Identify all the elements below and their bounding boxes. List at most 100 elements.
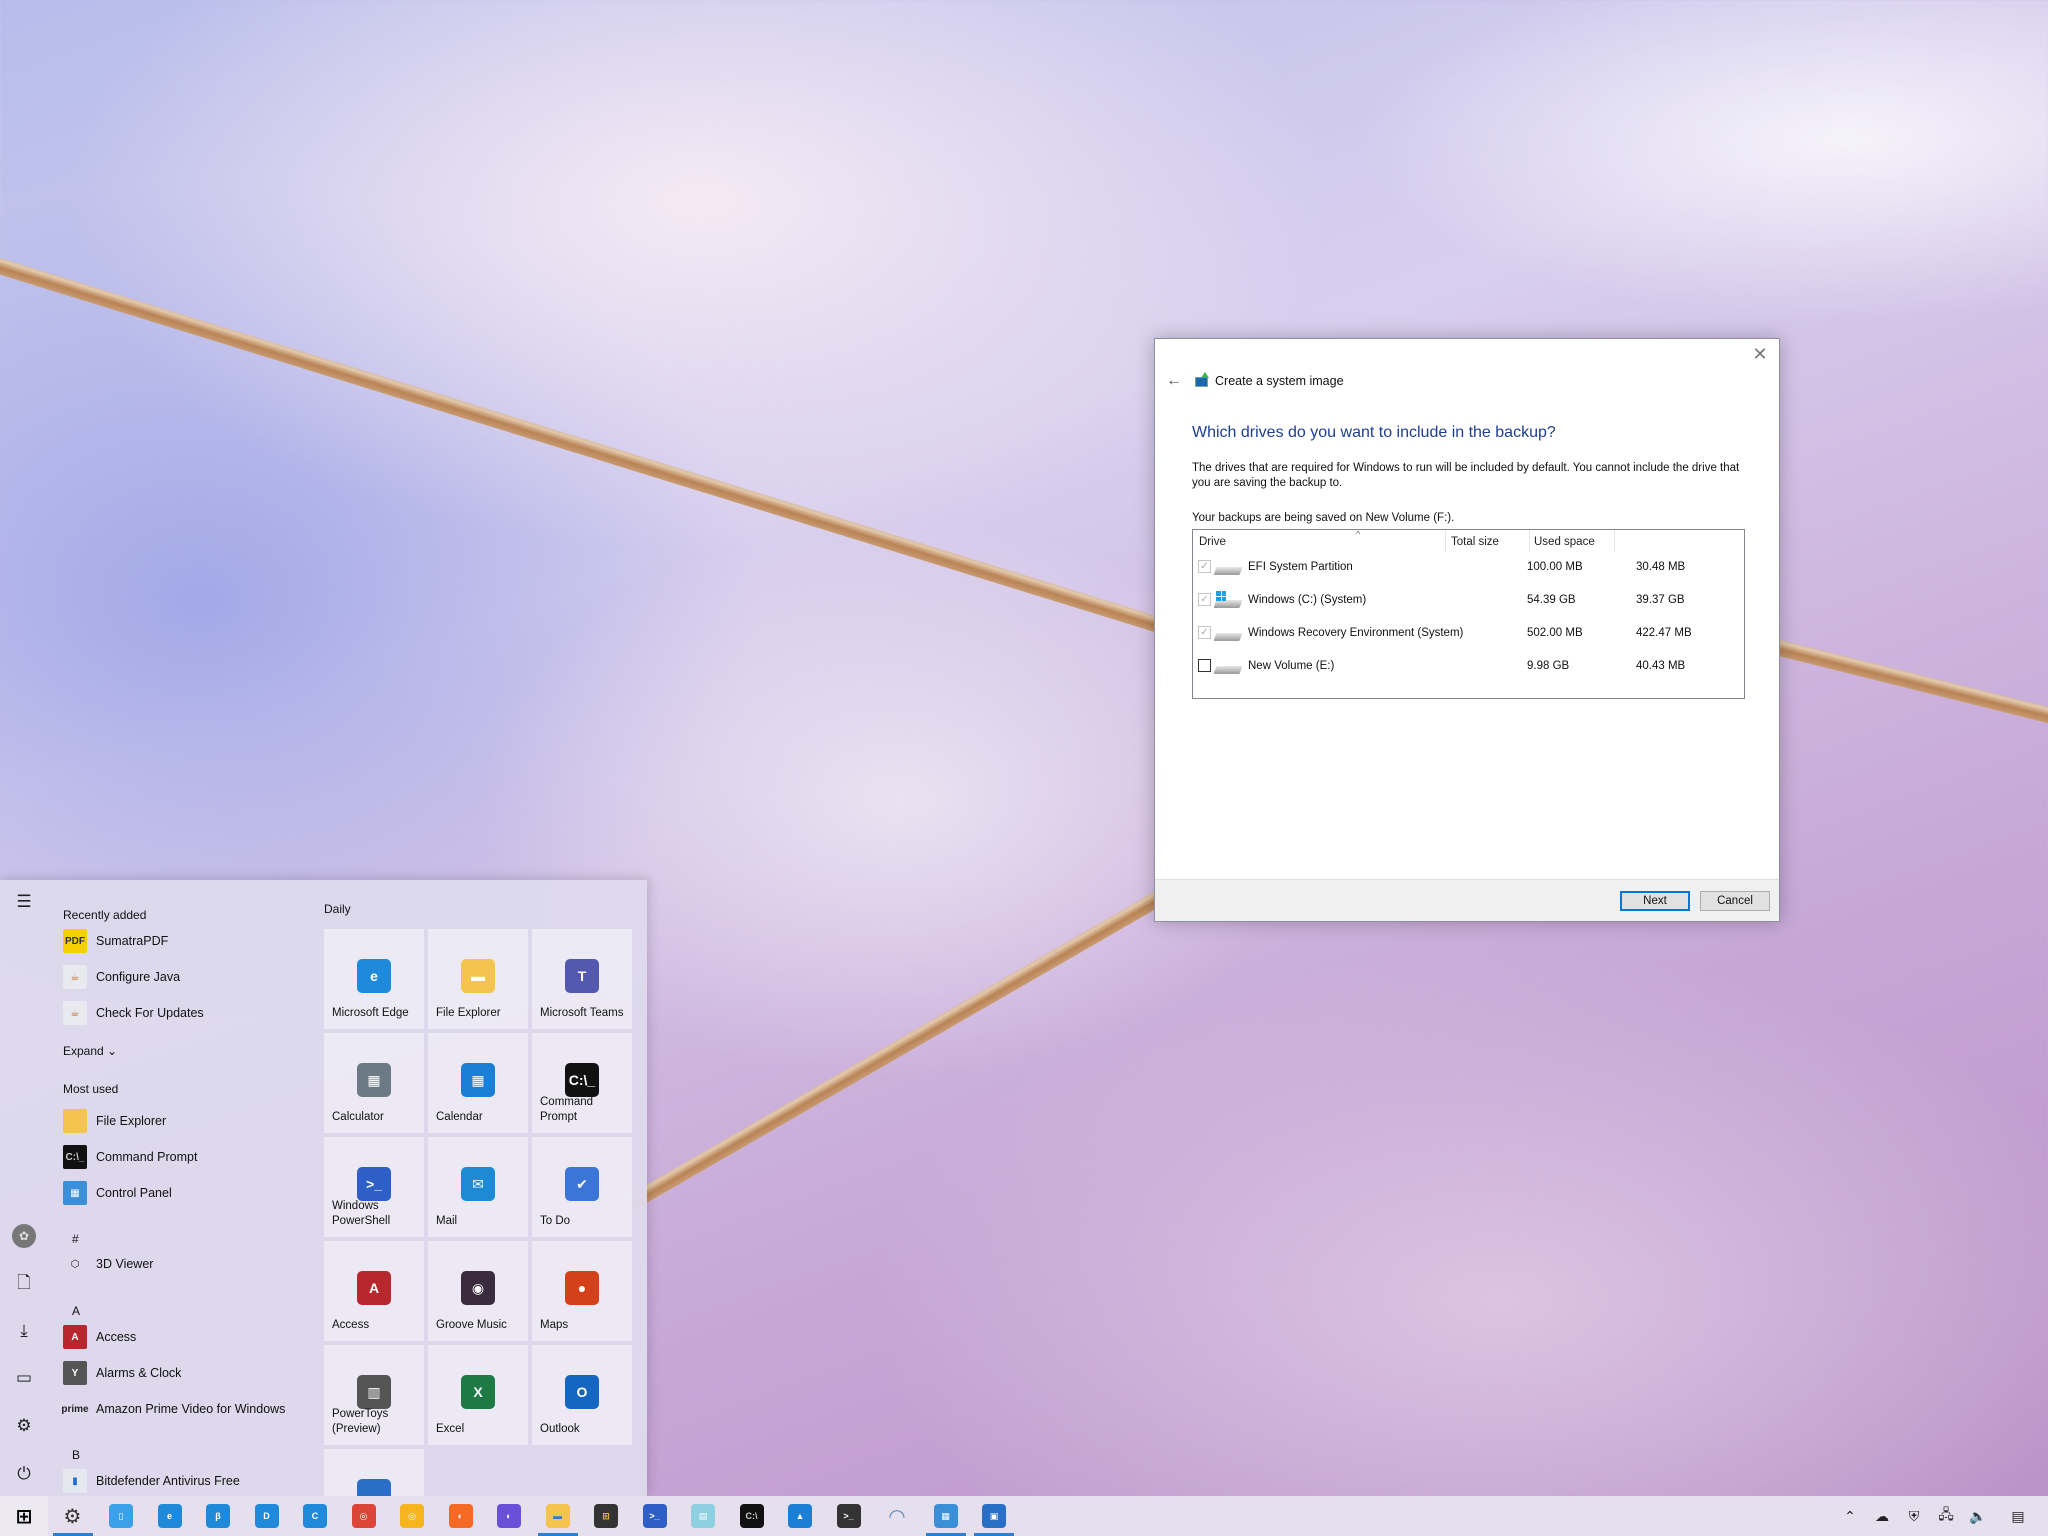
settings-gear-icon[interactable]: ⚙: [12, 1414, 36, 1438]
app-tile[interactable]: ● Maps: [532, 1241, 632, 1341]
list-item[interactable]: Y Alarms & Clock: [63, 1358, 313, 1388]
column-header-drive[interactable]: Drive: [1199, 536, 1226, 548]
command-prompt-icon: C:\_: [63, 1145, 87, 1169]
edge-canary-icon[interactable]: C: [291, 1496, 339, 1536]
list-item[interactable]: A Access: [63, 1322, 313, 1352]
app-tile[interactable]: ▦ Calculator: [324, 1033, 424, 1133]
column-divider[interactable]: [1529, 530, 1530, 552]
documents-icon[interactable]: 🗋: [12, 1271, 36, 1295]
pictures-icon[interactable]: ▭: [12, 1366, 36, 1390]
section-letter[interactable]: B: [72, 1448, 80, 1462]
app-tile[interactable]: C:\_ Command Prompt: [532, 1033, 632, 1133]
app-tile[interactable]: ▦ Calendar: [428, 1033, 528, 1133]
list-item[interactable]: prime Amazon Prime Video for Windows: [61, 1394, 313, 1424]
table-row[interactable]: New Volume (E:) 9.98 GB 40.43 MB: [1193, 652, 1744, 682]
chrome-canary-icon[interactable]: ◎: [388, 1496, 436, 1536]
hamburger-menu-icon[interactable]: ☰: [12, 890, 36, 914]
app-tile[interactable]: ▬ File Explorer: [428, 929, 528, 1029]
drive-checkbox[interactable]: [1198, 659, 1211, 672]
drive-name: New Volume (E:): [1248, 660, 1335, 672]
cancel-button[interactable]: Cancel: [1700, 891, 1770, 911]
list-item[interactable]: C:\_ Command Prompt: [63, 1142, 313, 1172]
list-item-label: Configure Java: [96, 970, 181, 984]
onedrive-icon[interactable]: ☁: [1867, 1496, 1897, 1536]
start-menu-rail: ☰ ✿ 🗋 ⤓ ▭ ⚙ ⏻: [0, 880, 48, 1496]
section-letter[interactable]: A: [72, 1304, 80, 1318]
windows-drive-icon: [1213, 591, 1243, 608]
app-tile[interactable]: ◉ Groove Music: [428, 1241, 528, 1341]
app-tile[interactable]: ✔ To Do: [532, 1137, 632, 1237]
backup-restore-icon[interactable]: ▣: [970, 1496, 1018, 1536]
edge-icon: e: [157, 1504, 182, 1528]
chrome-icon[interactable]: ◎: [340, 1496, 388, 1536]
list-item[interactable]: ☕ Check For Updates: [63, 998, 313, 1028]
dialog-heading: Which drives do you want to include in t…: [1192, 424, 1556, 441]
drive-used-space: 422.47 MB: [1636, 627, 1692, 639]
table-row[interactable]: ✓ Windows (C:) (System) 54.39 GB 39.37 GB: [1193, 586, 1744, 616]
app-tile[interactable]: ▥ PowerToys (Preview): [324, 1345, 424, 1445]
start-button[interactable]: ⊞: [0, 1496, 48, 1536]
app-tile[interactable]: A Access: [324, 1241, 424, 1341]
app-tile[interactable]: ✉ Mail: [428, 1137, 528, 1237]
powershell-icon[interactable]: >_: [631, 1496, 679, 1536]
firefox-nightly-icon[interactable]: ◐: [485, 1496, 533, 1536]
windows-security-icon[interactable]: ⛨: [1899, 1496, 1929, 1536]
firefox-icon: ◐: [448, 1504, 473, 1528]
drive-checkbox: ✓: [1198, 593, 1211, 606]
user-avatar[interactable]: ✿: [12, 1224, 36, 1248]
3d-viewer-icon: ⬡: [70, 1258, 80, 1270]
drive-total-size: 100.00 MB: [1527, 561, 1583, 573]
file-explorer-icon[interactable]: ▬: [534, 1496, 582, 1536]
edge-icon[interactable]: e: [146, 1496, 194, 1536]
app-tile[interactable]: T Microsoft Teams: [532, 929, 632, 1029]
volume-icon[interactable]: 🔈: [1963, 1496, 1993, 1536]
app-tile[interactable]: e Microsoft Edge: [324, 929, 424, 1029]
expand-button[interactable]: Expand ⌄: [63, 1044, 117, 1058]
edge-beta-icon[interactable]: β: [194, 1496, 242, 1536]
phone-icon[interactable]: ▯: [97, 1496, 145, 1536]
firefox-nightly-icon: ◐: [497, 1504, 521, 1528]
section-letter[interactable]: #: [72, 1232, 79, 1246]
show-hidden-icons-chevron[interactable]: ⌃: [1835, 1496, 1865, 1536]
column-header-total-size[interactable]: Total size: [1451, 536, 1499, 548]
list-item[interactable]: ⬡ 3D Viewer: [63, 1249, 313, 1279]
command-prompt-icon[interactable]: C:\: [728, 1496, 776, 1536]
drive-name: EFI System Partition: [1248, 561, 1353, 573]
next-button[interactable]: Next: [1620, 891, 1690, 911]
list-item[interactable]: ▮ Bitdefender Antivirus Free: [63, 1466, 313, 1496]
edge-dev-icon[interactable]: D: [243, 1496, 291, 1536]
access-icon: A: [357, 1271, 391, 1305]
column-divider[interactable]: [1614, 530, 1615, 552]
powershell-icon: >_: [357, 1167, 391, 1201]
notepad-icon[interactable]: ▤: [679, 1496, 727, 1536]
downloads-icon[interactable]: ⤓: [12, 1319, 36, 1343]
action-center-icon[interactable]: ▤: [2003, 1496, 2033, 1536]
list-item[interactable]: PDF SumatraPDF: [63, 926, 313, 956]
settings-icon[interactable]: ⚙: [49, 1496, 97, 1536]
list-item[interactable]: ▦ Control Panel: [63, 1178, 313, 1208]
maps-icon: ●: [565, 1271, 599, 1305]
access-icon: A: [63, 1325, 87, 1349]
close-button[interactable]: ✕: [1749, 343, 1771, 365]
terminal-icon[interactable]: >_: [825, 1496, 873, 1536]
column-header-used-space[interactable]: Used space: [1534, 536, 1595, 548]
drive-checkbox: ✓: [1198, 560, 1211, 573]
back-arrow-icon[interactable]: ←: [1161, 372, 1187, 390]
snip-icon[interactable]: ◠: [873, 1496, 921, 1536]
app-tile[interactable]: >_ Windows PowerShell: [324, 1137, 424, 1237]
column-divider[interactable]: [1445, 530, 1446, 552]
firefox-icon[interactable]: ◐: [437, 1496, 485, 1536]
tile-group-header[interactable]: Daily: [324, 902, 351, 916]
drive-total-size: 54.39 GB: [1527, 594, 1576, 606]
app-tile[interactable]: X Excel: [428, 1345, 528, 1445]
store-icon[interactable]: ⊞: [582, 1496, 630, 1536]
app-tile[interactable]: O Outlook: [532, 1345, 632, 1445]
table-row[interactable]: ✓ Windows Recovery Environment (System) 50…: [1193, 619, 1744, 649]
photos-icon[interactable]: ▲: [776, 1496, 824, 1536]
control-panel-icon[interactable]: ▦: [922, 1496, 970, 1536]
list-item[interactable]: File Explorer: [63, 1106, 313, 1136]
network-icon[interactable]: 🖧: [1931, 1496, 1961, 1536]
power-icon[interactable]: ⏻: [12, 1462, 36, 1486]
list-item[interactable]: ☕ Configure Java: [63, 962, 313, 992]
table-row[interactable]: ✓ EFI System Partition 100.00 MB 30.48 MB: [1193, 553, 1744, 583]
